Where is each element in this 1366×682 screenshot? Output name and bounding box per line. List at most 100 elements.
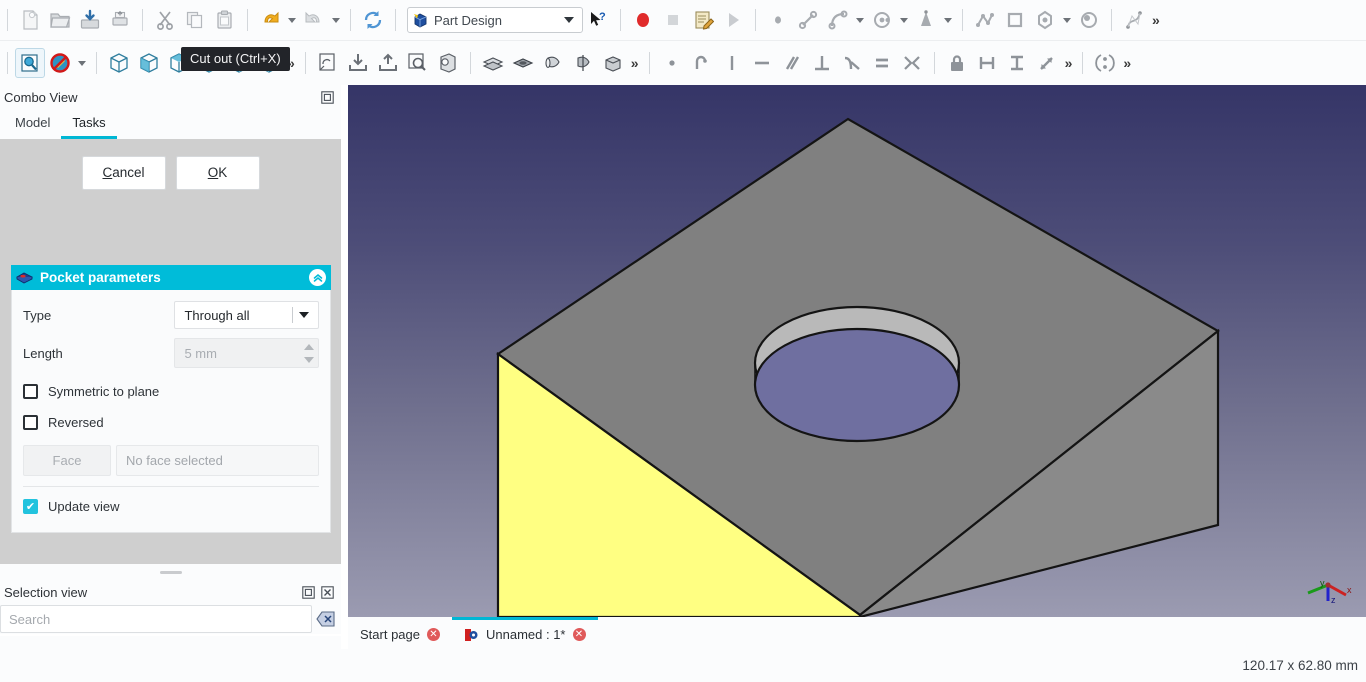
create-bspline-icon[interactable]	[1119, 5, 1149, 35]
create-circle-icon[interactable]	[867, 5, 897, 35]
constraint-tangent-icon[interactable]	[837, 48, 867, 78]
axonometric-view-icon[interactable]	[104, 48, 134, 78]
constraint-symmetric-icon[interactable]	[897, 48, 927, 78]
ok-button[interactable]: OK	[175, 155, 260, 190]
create-sketch-icon[interactable]	[313, 48, 343, 78]
revolution-icon[interactable]	[538, 48, 568, 78]
search-input[interactable]: Search	[0, 605, 312, 633]
macro-stop-icon[interactable]	[658, 5, 688, 35]
constraint-distance-x-icon[interactable]	[972, 48, 1002, 78]
length-input[interactable]: 5 mm	[174, 338, 319, 368]
view-sketch-icon[interactable]	[403, 48, 433, 78]
cut-icon[interactable]	[150, 5, 180, 35]
redo-icon[interactable]	[299, 5, 329, 35]
print-document-icon[interactable]	[105, 5, 135, 35]
open-document-icon[interactable]	[45, 5, 75, 35]
create-conic-icon[interactable]	[911, 5, 941, 35]
clear-search-icon[interactable]	[315, 608, 337, 630]
face-value-field[interactable]: No face selected	[116, 445, 319, 476]
pad-icon[interactable]	[478, 48, 508, 78]
update-view-row[interactable]: ✔ Update view	[23, 491, 319, 522]
view-section-icon[interactable]	[433, 48, 463, 78]
constraint-overflow-chevron[interactable]: »	[1062, 55, 1076, 71]
stepper-up-icon[interactable]	[304, 343, 314, 350]
refresh-icon[interactable]	[358, 5, 388, 35]
create-point-icon[interactable]	[763, 5, 793, 35]
symmetric-to-plane-checkbox[interactable]	[23, 384, 38, 399]
new-document-icon[interactable]	[15, 5, 45, 35]
length-stepper[interactable]	[300, 339, 318, 367]
create-circle-dropdown[interactable]	[897, 5, 911, 35]
constraint-horizontal-icon[interactable]	[747, 48, 777, 78]
splitter-grip	[159, 570, 182, 574]
constraint-distance-icon[interactable]	[1032, 48, 1062, 78]
sketcher-tools-icon[interactable]	[1090, 48, 1120, 78]
cancel-button[interactable]: Cancel	[81, 155, 166, 190]
axis-label-z: z	[1331, 595, 1336, 605]
create-arc-dropdown[interactable]	[853, 5, 867, 35]
stepper-down-icon[interactable]	[304, 356, 314, 363]
type-select[interactable]: Through all	[174, 301, 319, 329]
create-line-icon[interactable]	[793, 5, 823, 35]
constraint-parallel-icon[interactable]	[777, 48, 807, 78]
dock-splitter[interactable]	[0, 564, 341, 580]
constraint-perpendicular-icon[interactable]	[807, 48, 837, 78]
undo-icon[interactable]	[255, 5, 285, 35]
front-view-icon[interactable]	[134, 48, 164, 78]
create-polygon-dropdown[interactable]	[1060, 5, 1074, 35]
tab-model[interactable]: Model	[4, 111, 61, 139]
tab-close-icon[interactable]: ✕	[427, 628, 440, 641]
final-overflow-chevron[interactable]: »	[1120, 55, 1134, 71]
draw-style-icon[interactable]	[45, 48, 75, 78]
redo-dropdown[interactable]	[329, 5, 343, 35]
create-arc-icon[interactable]	[823, 5, 853, 35]
face-button[interactable]: Face	[23, 445, 111, 476]
create-conic-dropdown[interactable]	[941, 5, 955, 35]
macro-execute-icon[interactable]	[718, 5, 748, 35]
pocket-icon[interactable]	[508, 48, 538, 78]
constraint-block-icon[interactable]	[942, 48, 972, 78]
combo-view-title-bar: Combo View	[0, 85, 341, 109]
macro-edit-icon[interactable]	[688, 5, 718, 35]
toolbar-separator	[142, 9, 143, 31]
create-polyline-icon[interactable]	[970, 5, 1000, 35]
close-panel-icon[interactable]	[320, 585, 335, 600]
whats-this-icon[interactable]: ?	[583, 5, 613, 35]
constraint-point-on-object-icon[interactable]	[687, 48, 717, 78]
constraint-distance-y-icon[interactable]	[1002, 48, 1032, 78]
float-panel-icon[interactable]	[301, 585, 316, 600]
tab-start-page[interactable]: Start page ✕	[348, 617, 452, 649]
paste-icon[interactable]	[210, 5, 240, 35]
groove-icon[interactable]	[568, 48, 598, 78]
macro-record-icon[interactable]	[628, 5, 658, 35]
export-sketch-icon[interactable]	[373, 48, 403, 78]
constraint-vertical-icon[interactable]	[717, 48, 747, 78]
tab-unnamed-document[interactable]: Unnamed : 1* ✕	[452, 617, 598, 649]
save-document-icon[interactable]	[75, 5, 105, 35]
workbench-selector[interactable]: Part Design	[407, 7, 583, 33]
float-panel-icon[interactable]	[320, 90, 335, 105]
3d-viewport[interactable]: y x z	[348, 85, 1366, 617]
create-polygon-icon[interactable]	[1030, 5, 1060, 35]
import-sketch-icon[interactable]	[343, 48, 373, 78]
model-hole-through[interactable]	[753, 327, 961, 443]
constraint-coincident-icon[interactable]	[657, 48, 687, 78]
part-overflow-chevron[interactable]: »	[628, 55, 642, 71]
reversed-checkbox[interactable]	[23, 415, 38, 430]
fit-all-icon[interactable]	[15, 48, 45, 78]
collapse-chevron-up-icon[interactable]	[309, 269, 326, 286]
undo-dropdown[interactable]	[285, 5, 299, 35]
symmetric-to-plane-row[interactable]: Symmetric to plane	[23, 376, 319, 407]
draw-style-dropdown[interactable]	[75, 48, 89, 78]
create-slot-icon[interactable]	[1074, 5, 1104, 35]
pocket-parameters-header[interactable]: Pocket parameters	[11, 265, 331, 290]
copy-icon[interactable]	[180, 5, 210, 35]
update-view-checkbox[interactable]: ✔	[23, 499, 38, 514]
tab-close-icon[interactable]: ✕	[572, 628, 586, 641]
overflow-chevron[interactable]: »	[1149, 12, 1163, 28]
constraint-equal-icon[interactable]	[867, 48, 897, 78]
reversed-row[interactable]: Reversed	[23, 407, 319, 438]
additive-loft-icon[interactable]	[598, 48, 628, 78]
create-rectangle-icon[interactable]	[1000, 5, 1030, 35]
tab-tasks[interactable]: Tasks	[61, 111, 117, 139]
